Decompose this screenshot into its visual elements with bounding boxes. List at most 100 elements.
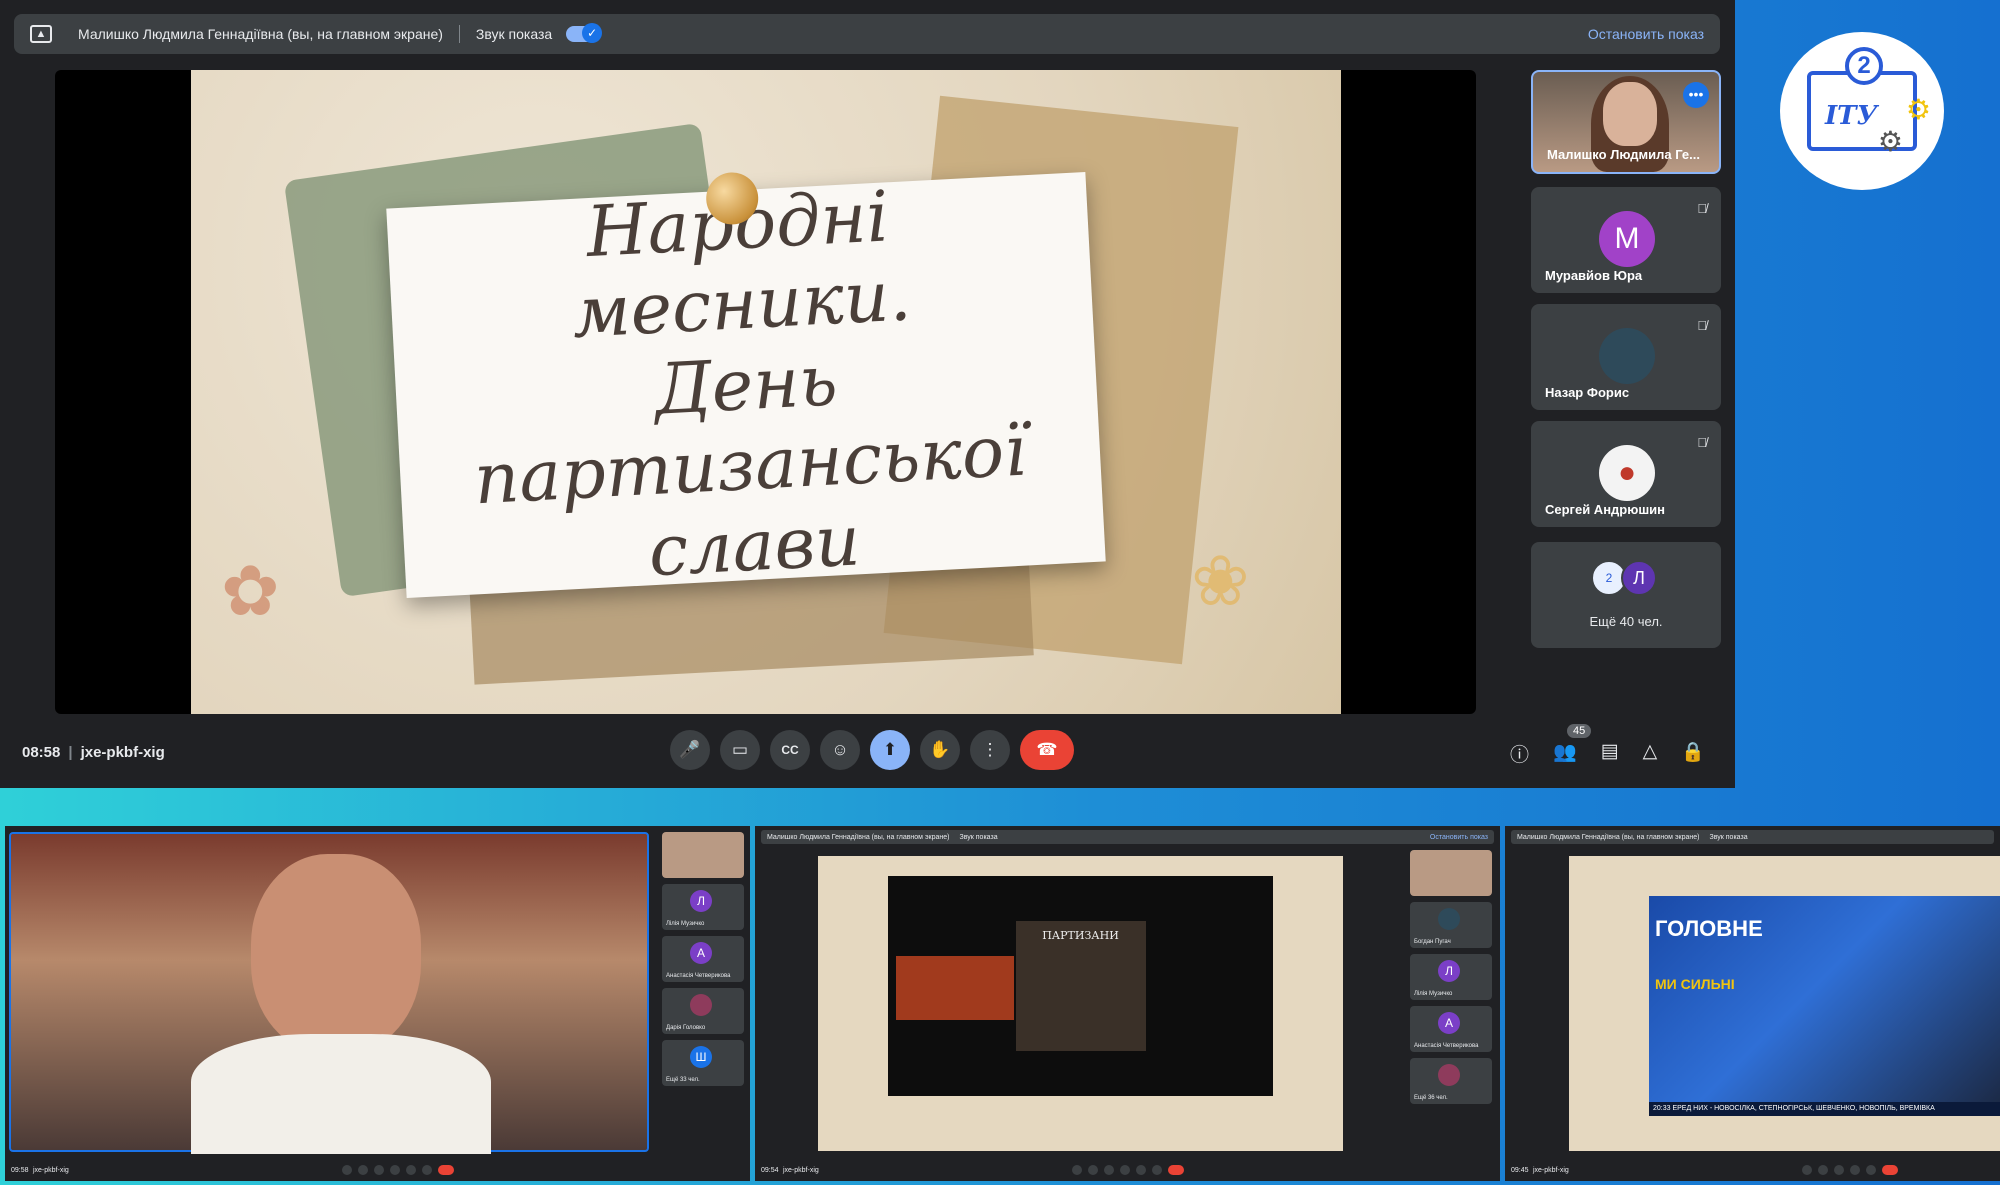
- participant-tile[interactable]: 🎙̸ Назар Форис: [1531, 304, 1721, 410]
- avatar: Л: [1438, 960, 1460, 982]
- sound-label: Звук показа: [1709, 833, 1748, 841]
- chat-icon[interactable]: ▤: [1601, 740, 1619, 767]
- stop-sharing-button[interactable]: Остановить показ: [1588, 26, 1704, 42]
- clock-time: 09:45: [1511, 1166, 1529, 1174]
- participant-name: Ещё 33 чел.: [666, 1077, 700, 1083]
- portrait-frame: ПАРТИЗАНИ: [1015, 921, 1146, 1051]
- present-button[interactable]: ⬆: [870, 730, 910, 770]
- side-tile: Л Лілія Музичко: [1410, 954, 1492, 1000]
- participant-video: [1603, 82, 1657, 146]
- thumb-side-tiles: Л Лілія Музичко А Анастасія Четверикова Да…: [662, 832, 744, 1092]
- avatar: [1438, 1064, 1460, 1086]
- news-ticker: 20:33 ЕРЕД НИХ - НОВОСІЛКА, СТЕПНОГІРСЬК…: [1649, 1102, 2000, 1116]
- avatar: А: [690, 942, 712, 964]
- side-tile-self: [662, 832, 744, 878]
- more-participants-tile[interactable]: 2 Л Ещё 40 чел.: [1531, 542, 1721, 648]
- presenter-label: Малишко Людмила Геннадіївна (вы, на глав…: [1517, 833, 1700, 841]
- avatar: А: [1438, 1012, 1460, 1034]
- side-tile: А Анастасія Четверикова: [1410, 1006, 1492, 1052]
- meet-window: ▲ Малишко Людмила Геннадіївна (вы, на гл…: [0, 0, 1735, 788]
- presenter-label: Малишко Людмила Геннадіївна (вы, на глав…: [767, 833, 950, 841]
- recording-thumbnail-2: Малишко Людмила Геннадіївна (вы, на глав…: [755, 826, 1500, 1181]
- participant-name: Ещё 36 чел.: [1414, 1095, 1448, 1101]
- thumb-share-bar: Малишко Людмила Геннадіївна (вы, на глав…: [1511, 830, 1994, 844]
- sound-label: Звук показа: [959, 833, 998, 841]
- call-controls: 🎤 ▭ CC ☺ ⬆ ✋ ⋮ ☎: [670, 730, 1074, 770]
- avatar: Л: [690, 890, 712, 912]
- avatar: Ш: [690, 1046, 712, 1068]
- avatar: М: [1599, 211, 1655, 267]
- participant-name: Дарія Головко: [666, 1025, 706, 1031]
- avatar: Л: [1621, 560, 1657, 596]
- more-participants-label: Ещё 40 чел.: [1589, 614, 1663, 629]
- side-tile: Л Лілія Музичко: [662, 884, 744, 930]
- thumb-side-tiles: Богдан Пугач Л Лілія Музичко А Анастасія Ч…: [1410, 850, 1492, 1110]
- microphone-icon: 🎤: [679, 740, 701, 759]
- clock-time: 09:58: [11, 1166, 29, 1174]
- tv-subtitle: МИ СИЛЬНІ: [1655, 976, 1735, 992]
- raise-hand-button[interactable]: ✋: [920, 730, 960, 770]
- presentation-slide: ✿ ❀ Народні месники. День партизанської …: [191, 70, 1341, 714]
- mic-off-icon: 🎙̸: [1697, 318, 1707, 333]
- thumb-control-bar: 09:54 jxe-pkbf-xig: [755, 1159, 1500, 1181]
- participant-name: Лілія Музичко: [1414, 991, 1453, 997]
- video-caption: ПАРТИЗАНИ: [1042, 929, 1119, 942]
- participant-name: Муравйов Юра: [1545, 268, 1643, 283]
- mic-off-icon: 🎙̸: [1697, 435, 1707, 450]
- reactions-button[interactable]: ☺: [820, 730, 860, 770]
- participant-tile-self[interactable]: ••• Малишко Людмила Ге...: [1531, 70, 1721, 174]
- thumb-controls: [339, 1165, 457, 1175]
- clock-time: 09:54: [761, 1166, 779, 1174]
- present-icon: ⬆: [882, 740, 898, 759]
- microphone-button[interactable]: 🎤: [670, 730, 710, 770]
- speaker-face: [251, 854, 421, 1054]
- participant-name: Анастасія Четверикова: [666, 973, 731, 979]
- partisans-video: ПАРТИЗАНИ: [888, 876, 1273, 1096]
- meeting-code: jxe-pkbf-xig: [32, 1166, 69, 1174]
- meeting-code: jxe-pkbf-xig: [80, 744, 165, 761]
- logo-monitor: 2 ІТУ ⚙ ⚙: [1807, 47, 1931, 157]
- avatar-stack: 2 Л: [1591, 560, 1657, 596]
- thumb-slide: ПАРТИЗАНИ: [818, 856, 1343, 1151]
- participant-tile[interactable]: 🎙̸ М Муравйов Юра: [1531, 187, 1721, 293]
- avatar: [1599, 328, 1655, 384]
- logo-text: ІТУ: [1825, 101, 1878, 131]
- leave-call-button[interactable]: ☎: [1020, 730, 1074, 770]
- thumb-share-bar: Малишко Людмила Геннадіївна (вы, на глав…: [761, 830, 1494, 844]
- participant-name: Богдан Пугач: [1414, 939, 1451, 945]
- side-panel-buttons: ⓘ 👥 ▤ △ 🔒: [1510, 740, 1705, 767]
- captions-button[interactable]: CC: [770, 730, 810, 770]
- flower-decor: ✿: [221, 552, 280, 630]
- activities-icon[interactable]: △: [1643, 740, 1658, 767]
- tv-broadcast: ГОЛОВНЕ МИ СИЛЬНІ 20:33 ЕРЕД НИХ - НОВОС…: [1649, 896, 2000, 1116]
- thumb-controls: [1799, 1165, 1901, 1175]
- side-tile: Богдан Пугач: [1410, 902, 1492, 948]
- participant-tile[interactable]: 🎙̸ ● Сергей Андрюшин: [1531, 421, 1721, 527]
- avatar: ●: [1599, 445, 1655, 501]
- gear-icon: ⚙: [1877, 126, 1903, 157]
- camera-icon: ▭: [731, 740, 749, 759]
- side-tile: Ш Ещё 33 чел.: [662, 1040, 744, 1086]
- participant-name: Малишко Людмила Ге...: [1547, 147, 1700, 162]
- flower-decor: ❀: [1191, 542, 1250, 620]
- host-controls-icon[interactable]: 🔒: [1681, 740, 1705, 767]
- recording-thumbnail-1: Л Лілія Музичко А Анастасія Четверикова Да…: [5, 826, 750, 1181]
- thumb-controls: [1069, 1165, 1187, 1175]
- hangup-icon: ☎: [1036, 740, 1058, 759]
- side-tile-self: [1410, 850, 1492, 896]
- people-count-badge: 45: [1567, 724, 1592, 738]
- camera-button[interactable]: ▭: [720, 730, 760, 770]
- emoji-icon: ☺: [831, 740, 849, 759]
- more-options-icon[interactable]: •••: [1683, 82, 1709, 108]
- participant-name: Назар Форис: [1545, 385, 1630, 400]
- avatar: [690, 994, 712, 1016]
- slide-title-line: День партизанської: [472, 339, 1029, 521]
- side-tile: Ещё 36 чел.: [1410, 1058, 1492, 1104]
- info-icon[interactable]: ⓘ: [1510, 740, 1529, 767]
- side-tile: А Анастасія Четверикова: [662, 936, 744, 982]
- more-options-button[interactable]: ⋮: [970, 730, 1010, 770]
- meeting-code: jxe-pkbf-xig: [782, 1166, 819, 1174]
- people-icon[interactable]: 👥: [1553, 740, 1577, 767]
- school-logo: 2 ІТУ ⚙ ⚙: [1780, 32, 1944, 190]
- sound-toggle[interactable]: [566, 23, 603, 43]
